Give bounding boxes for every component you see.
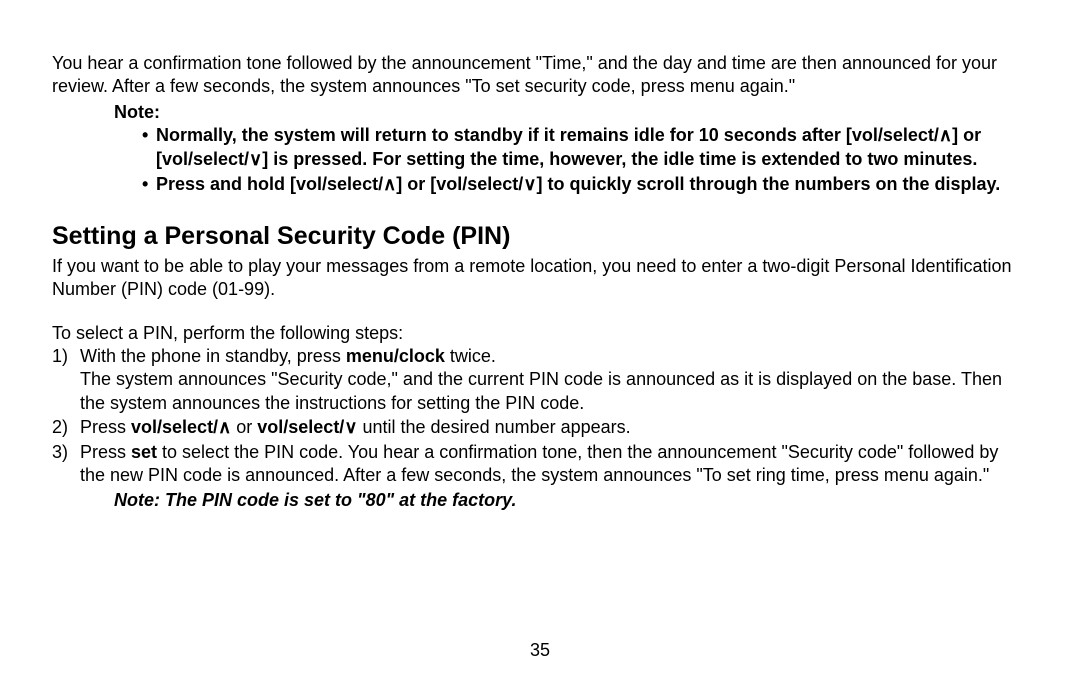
- step-3: Press set to select the PIN code. You he…: [52, 441, 1028, 488]
- chevron-down-icon: ∨: [249, 149, 262, 169]
- step-2: Press vol/select/∧ or vol/select/∨ until…: [52, 416, 1028, 439]
- note-bullet-2: Press and hold [vol/select/∧] or [vol/se…: [142, 173, 1028, 196]
- chevron-up-icon: ∧: [939, 125, 952, 145]
- section-p1: If you want to be able to play your mess…: [52, 255, 1028, 302]
- note-bullet-1: Normally, the system will return to stan…: [142, 124, 1028, 171]
- chevron-down-icon: ∨: [344, 417, 357, 437]
- steps-list: With the phone in standby, press menu/cl…: [52, 345, 1028, 487]
- step-1: With the phone in standby, press menu/cl…: [52, 345, 1028, 415]
- section-heading: Setting a Personal Security Code (PIN): [52, 220, 1028, 253]
- page-number: 35: [0, 639, 1080, 662]
- chevron-up-icon: ∧: [383, 174, 396, 194]
- factory-note: Note: The PIN code is set to "80" at the…: [114, 489, 1028, 512]
- section-p2: To select a PIN, perform the following s…: [52, 322, 1028, 345]
- note-label: Note:: [114, 101, 1028, 124]
- chevron-up-icon: ∧: [218, 417, 231, 437]
- chevron-down-icon: ∨: [523, 174, 536, 194]
- note-bullets: Normally, the system will return to stan…: [142, 124, 1028, 196]
- intro-paragraph: You hear a confirmation tone followed by…: [52, 52, 1028, 99]
